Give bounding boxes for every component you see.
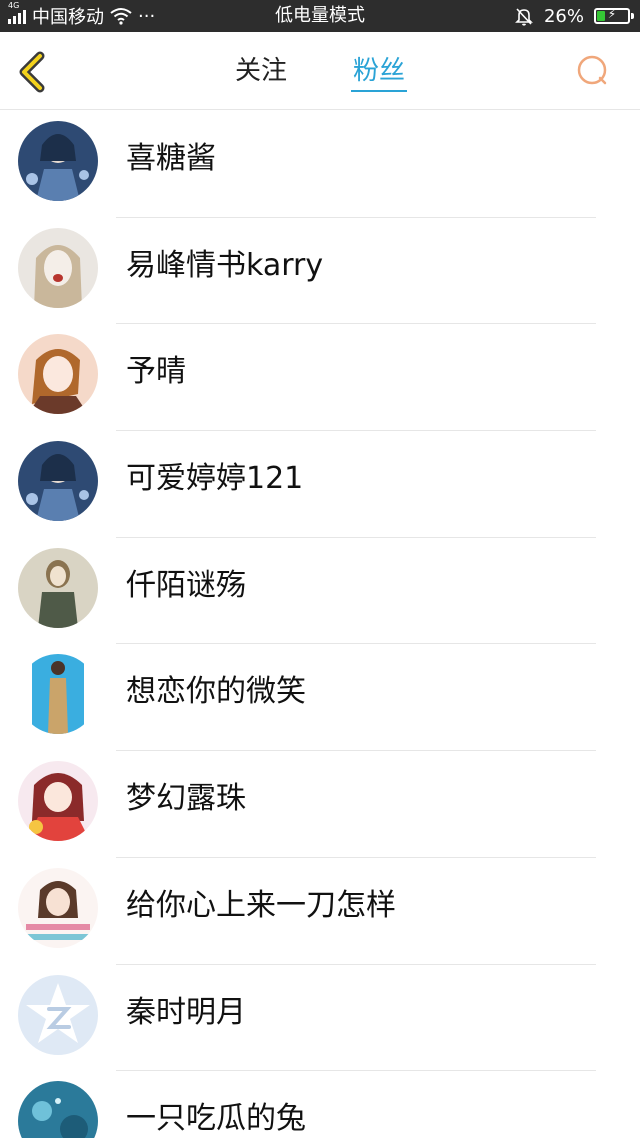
avatar[interactable] [18,974,98,1055]
fan-name: 想恋你的微笑 [126,674,306,710]
avatar[interactable] [18,227,98,308]
charging-bolt-icon: ⚡ [607,7,617,21]
fan-name: 一只吃瓜的兔 [126,1101,306,1137]
fan-name: 予晴 [126,354,186,390]
wifi-icon [110,8,132,25]
tab-bar: 关注 粉丝 [0,32,640,110]
nav-bar: 关注 粉丝 [0,32,640,110]
search-button[interactable] [576,54,610,88]
avatar[interactable] [18,654,98,735]
fan-list-item[interactable]: 一只吃瓜的兔 [0,1071,640,1138]
chevron-left-icon [19,51,45,93]
fan-name: 可爱婷婷121 [126,461,304,497]
avatar[interactable] [18,441,98,522]
avatar[interactable] [18,547,98,628]
fan-list-item[interactable]: 喜糖酱 [0,111,640,218]
fan-name: 喜糖酱 [126,141,216,176]
fan-name: 易峰情书karry [126,247,324,283]
signal-icon: 4G [8,2,26,24]
fan-list-item[interactable]: 可爱婷婷121 [0,431,640,538]
battery-percent: 26% [543,5,584,27]
back-button[interactable] [14,50,54,94]
fan-name: 给你心上来一刀怎样 [126,887,396,923]
tab-fans[interactable]: 粉丝 [351,32,408,110]
carrier-name: 中国移动 [32,7,104,28]
active-tab-indicator [351,90,408,92]
avatar[interactable] [18,121,98,201]
fan-list-item[interactable]: 易峰情书karry [0,218,640,325]
fans-list: 喜糖酱 易峰情书karry 予晴 可爱婷婷121 仟陌谜殇 想恋你的微笑 梦幻露… [0,111,640,1138]
fan-list-item[interactable]: 给你心上来一刀怎样 [0,858,640,965]
fan-name: 仟陌谜殇 [126,567,246,603]
fan-list-item[interactable]: 予晴 [0,324,640,432]
fan-name: 秦时明月 [126,994,246,1030]
status-bar: 4G 中国移动 ··· 低电量模式 26% ⚡ [0,0,640,32]
tab-fans-label: 粉丝 [353,56,406,86]
avatar[interactable] [18,1081,98,1138]
avatar[interactable] [18,761,98,842]
status-right: 26% ⚡ [514,0,634,32]
fan-list-item[interactable]: 仟陌谜殇 [0,538,640,645]
fan-list-item[interactable]: 秦时明月 [0,965,640,1072]
more-indicator: ··· [138,5,156,27]
avatar[interactable] [18,334,98,415]
avatar[interactable] [18,867,98,948]
battery-icon: ⚡ [594,7,634,24]
bell-muted-icon [515,8,533,26]
status-left: 4G 中国移动 ··· [8,0,155,32]
tab-following[interactable]: 关注 [233,32,289,110]
fan-list-item[interactable]: 想恋你的微笑 [0,644,640,752]
fan-name: 梦幻露珠 [126,781,246,817]
tab-following-label: 关注 [234,56,287,86]
search-icon [577,55,607,85]
network-type: 4G [8,1,20,10]
fan-list-item[interactable]: 梦幻露珠 [0,751,640,858]
